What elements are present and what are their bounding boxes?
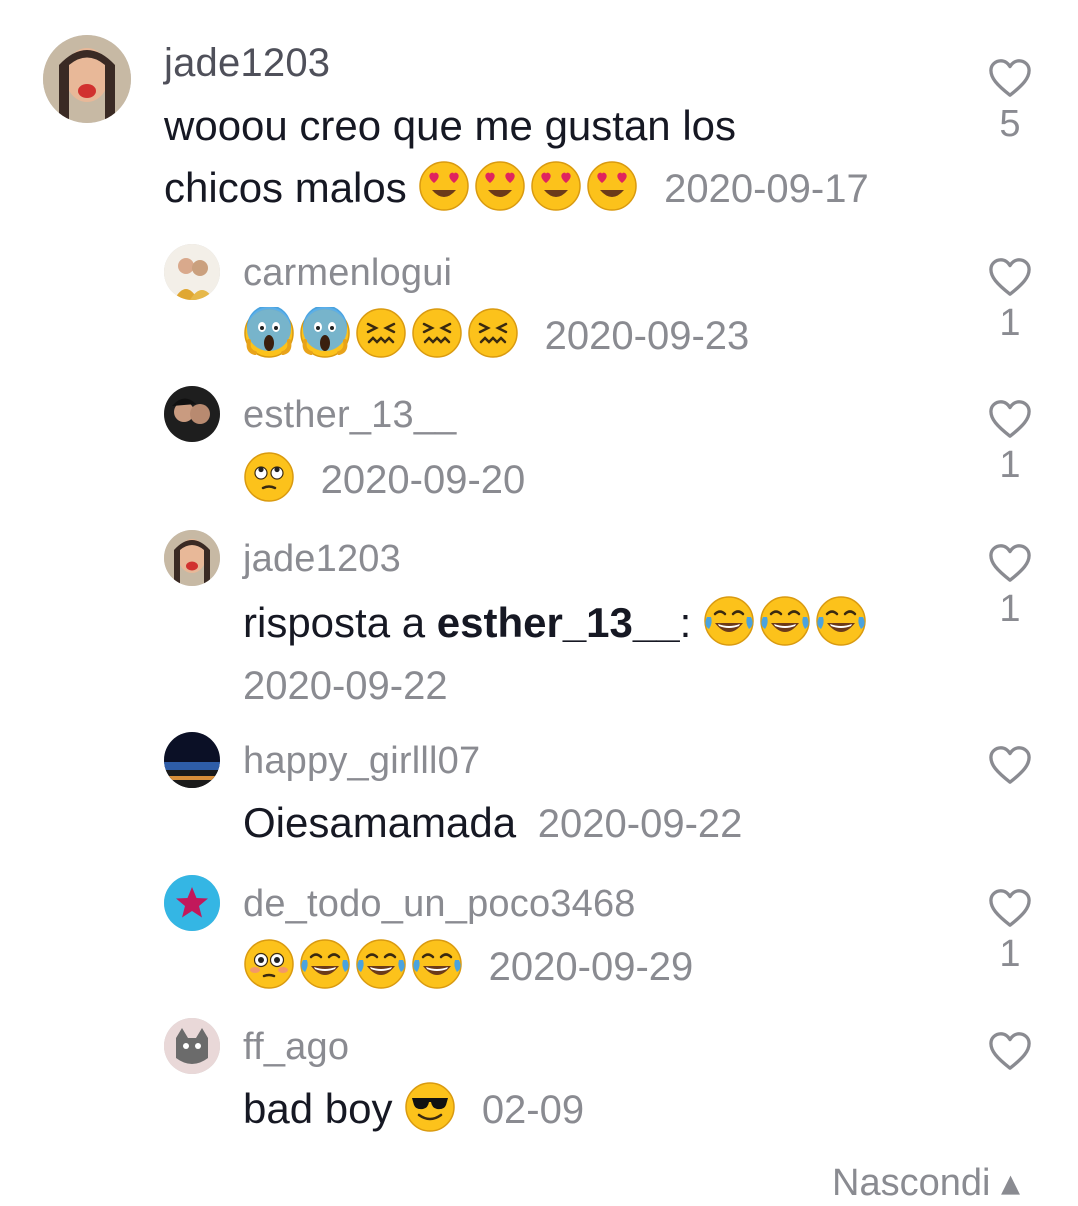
- reply-date: 2020-09-20: [320, 458, 526, 502]
- like-count: 1: [999, 588, 1021, 630]
- sunglasses-emoji-icon: [404, 1081, 456, 1133]
- chevron-up-icon: ▴: [1000, 1162, 1021, 1204]
- emoji-group: [243, 939, 467, 989]
- like-button[interactable]: 1: [986, 398, 1034, 488]
- reply-date: 2020-09-22: [243, 664, 448, 708]
- like-button[interactable]: 5: [986, 57, 1034, 147]
- reply-date: 2020-09-29: [488, 945, 694, 989]
- comment-username[interactable]: jade1203: [164, 40, 330, 86]
- heart-eyes-emoji-icon: [530, 160, 582, 212]
- scream-emoji-icon: [299, 307, 351, 359]
- avatar[interactable]: [164, 530, 220, 586]
- reply-date: 2020-09-22: [537, 802, 743, 846]
- heart-icon: [986, 256, 1034, 298]
- reply-username[interactable]: happy_girlll07: [243, 738, 480, 784]
- like-count: 5: [999, 103, 1021, 145]
- comment-text: wooou creo que me gustan los chicos malo…: [164, 95, 924, 220]
- reply-username[interactable]: de_todo_un_poco3468: [243, 881, 636, 927]
- heart-icon: [986, 1030, 1034, 1072]
- reply-username[interactable]: ff_ago: [243, 1024, 349, 1070]
- emoji-group: [243, 452, 299, 502]
- reply-date: 2020-09-23: [544, 314, 750, 358]
- emoji-group: [703, 596, 871, 646]
- avatar[interactable]: [164, 732, 220, 788]
- like-count: 1: [999, 302, 1021, 344]
- reply-username[interactable]: esther_13__: [243, 392, 456, 438]
- heart-icon: [986, 887, 1034, 929]
- like-count: 1: [999, 444, 1021, 486]
- reply-item: jade1203 risposta a esther_13__: 2020-09…: [0, 530, 1078, 710]
- avatar[interactable]: [164, 244, 220, 300]
- heart-eyes-emoji-icon: [474, 160, 526, 212]
- reply-to-username[interactable]: esther_13__: [437, 599, 680, 646]
- flushed-emoji-icon: [243, 938, 295, 990]
- reply-date: 02-09: [481, 1088, 585, 1132]
- comment-date: 2020-09-17: [664, 167, 869, 211]
- hide-replies-button[interactable]: Nascondi ▴: [832, 1160, 1020, 1206]
- avatar[interactable]: [164, 875, 220, 931]
- confounded-emoji-icon: [355, 307, 407, 359]
- joy-emoji-icon: [815, 595, 867, 647]
- reply-text-content: bad boy: [243, 1085, 393, 1132]
- reply-item: happy_girlll07 Oiesamamada 2020-09-22: [0, 732, 1078, 862]
- heart-icon: [986, 744, 1034, 786]
- reply-item: esther_13__ 2020-09-20 1: [0, 386, 1078, 516]
- comment-text-line: chicos malos: [164, 164, 407, 211]
- like-button[interactable]: 1: [986, 256, 1034, 346]
- confounded-emoji-icon: [467, 307, 519, 359]
- joy-emoji-icon: [299, 938, 351, 990]
- heart-eyes-emoji-icon: [418, 160, 470, 212]
- heart-eyes-emoji-icon: [586, 160, 638, 212]
- confounded-emoji-icon: [411, 307, 463, 359]
- reply-username[interactable]: carmenlogui: [243, 250, 452, 296]
- heart-icon: [986, 57, 1034, 99]
- scream-emoji-icon: [243, 307, 295, 359]
- joy-emoji-icon: [703, 595, 755, 647]
- reply-text: risposta a esther_13__: 2020-09-22: [243, 592, 1003, 717]
- like-button[interactable]: [986, 744, 1034, 788]
- reply-suffix: :: [679, 599, 692, 646]
- emoji-group: [404, 1082, 460, 1132]
- like-button[interactable]: 1: [986, 542, 1034, 632]
- reply-item: de_todo_un_poco3468 2020-09-29 1: [0, 875, 1078, 1005]
- reply-text: Oiesamamada 2020-09-22: [243, 792, 1003, 855]
- reply-prefix: risposta a: [243, 599, 437, 646]
- avatar[interactable]: [43, 35, 131, 123]
- like-button[interactable]: [986, 1030, 1034, 1074]
- joy-emoji-icon: [411, 938, 463, 990]
- reply-item: carmenlogui 2020-09-23 1: [0, 244, 1078, 374]
- reply-item: ff_ago bad boy 02-09: [0, 1018, 1078, 1148]
- like-button[interactable]: 1: [986, 887, 1034, 977]
- comment-text-line: wooou creo que me gustan los: [164, 102, 737, 149]
- joy-emoji-icon: [759, 595, 811, 647]
- emoji-group: [243, 307, 523, 358]
- reply-text: bad boy 02-09: [243, 1078, 1003, 1141]
- emoji-group: [418, 161, 642, 211]
- avatar[interactable]: [164, 386, 220, 442]
- hide-replies-label: Nascondi: [832, 1162, 991, 1204]
- joy-emoji-icon: [355, 938, 407, 990]
- reply-text: 2020-09-23: [243, 304, 1003, 367]
- rolling-eyes-emoji-icon: [243, 451, 295, 503]
- heart-icon: [986, 398, 1034, 440]
- reply-username[interactable]: jade1203: [243, 536, 401, 582]
- heart-icon: [986, 542, 1034, 584]
- avatar[interactable]: [164, 1018, 220, 1074]
- reply-text-content: Oiesamamada: [243, 799, 517, 846]
- reply-text: 2020-09-20: [243, 448, 1003, 511]
- comment-item: jade1203 wooou creo que me gustan los ch…: [0, 35, 1078, 215]
- like-count: 1: [999, 933, 1021, 975]
- reply-text: 2020-09-29: [243, 935, 1003, 998]
